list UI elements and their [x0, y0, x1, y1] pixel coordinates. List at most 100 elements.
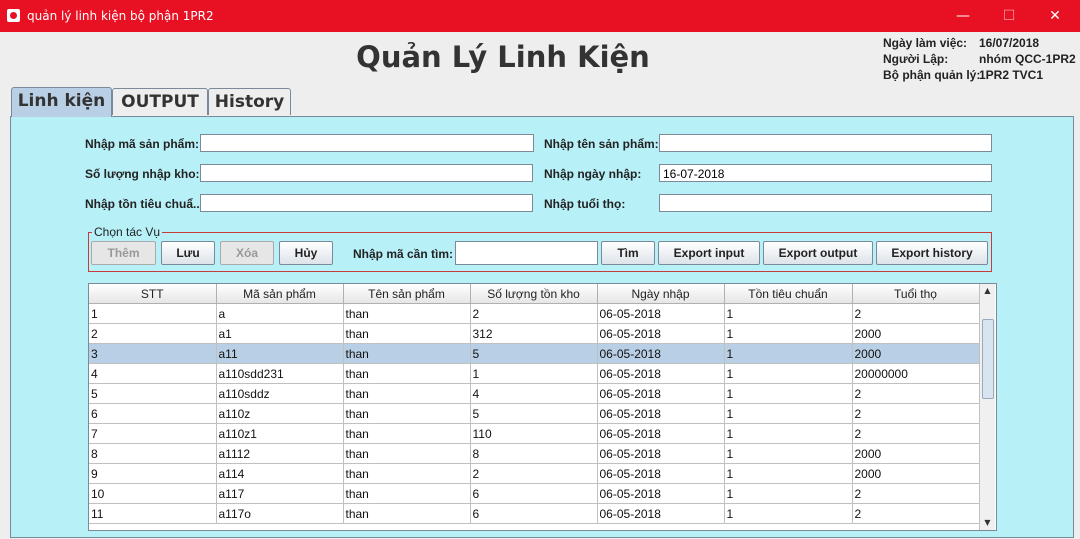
- product-code-input[interactable]: [200, 134, 534, 152]
- table-cell[interactable]: 2: [852, 303, 980, 324]
- table-row[interactable]: 8 a1112 than 8 06-05-2018 1 2000: [89, 443, 980, 464]
- table-cell[interactable]: 06-05-2018: [597, 343, 725, 364]
- table-cell[interactable]: than: [343, 443, 471, 464]
- table-cell[interactable]: 2: [89, 323, 217, 344]
- table-cell[interactable]: a1112: [216, 443, 344, 464]
- column-header-lifespan[interactable]: Tuổi thọ: [852, 284, 980, 304]
- table-cell[interactable]: 1: [724, 403, 853, 424]
- table-cell[interactable]: 2: [852, 503, 980, 524]
- table-cell[interactable]: 4: [470, 383, 598, 404]
- scroll-thumb[interactable]: [982, 319, 994, 399]
- minimize-button[interactable]: —: [940, 0, 986, 32]
- component-table[interactable]: STT Mã sản phẩm Tên sản phẩm Số lượng tồ…: [88, 283, 997, 531]
- table-cell[interactable]: 1: [724, 303, 853, 324]
- table-cell[interactable]: than: [343, 463, 471, 484]
- table-cell[interactable]: 5: [470, 343, 598, 364]
- table-cell[interactable]: a: [216, 303, 344, 324]
- table-cell[interactable]: 2: [852, 483, 980, 504]
- table-cell[interactable]: than: [343, 503, 471, 524]
- table-cell[interactable]: 1: [724, 323, 853, 344]
- table-cell[interactable]: 8: [89, 443, 217, 464]
- table-cell[interactable]: 2000: [852, 463, 980, 484]
- table-cell[interactable]: 1: [724, 343, 853, 364]
- table-row[interactable]: 10 a117 than 6 06-05-2018 1 2: [89, 483, 980, 504]
- save-button[interactable]: Lưu: [161, 241, 215, 265]
- table-cell[interactable]: 06-05-2018: [597, 423, 725, 444]
- table-cell[interactable]: 2000: [852, 343, 980, 364]
- table-cell[interactable]: than: [343, 403, 471, 424]
- table-cell[interactable]: 06-05-2018: [597, 303, 725, 324]
- table-cell[interactable]: 1: [470, 363, 598, 384]
- table-row[interactable]: 11 a117o than 6 06-05-2018 1 2: [89, 503, 980, 524]
- delete-button[interactable]: Xóa: [220, 241, 274, 265]
- column-header-import-date[interactable]: Ngày nhập: [597, 284, 725, 304]
- table-cell[interactable]: 5: [89, 383, 217, 404]
- table-cell[interactable]: 1: [724, 383, 853, 404]
- table-cell[interactable]: 6: [470, 503, 598, 524]
- close-button[interactable]: ✕: [1032, 0, 1078, 32]
- table-cell[interactable]: than: [343, 303, 471, 324]
- table-cell[interactable]: a110sddz: [216, 383, 344, 404]
- table-cell[interactable]: 10: [89, 483, 217, 504]
- table-cell[interactable]: than: [343, 483, 471, 504]
- table-cell[interactable]: 11: [89, 503, 217, 524]
- table-cell[interactable]: 2000: [852, 443, 980, 464]
- table-cell[interactable]: 1: [724, 423, 853, 444]
- table-row[interactable]: 1 a than 2 06-05-2018 1 2: [89, 303, 980, 324]
- table-row[interactable]: 7 a110z1 than 110 06-05-2018 1 2: [89, 423, 980, 444]
- table-cell[interactable]: a110sdd231: [216, 363, 344, 384]
- table-vertical-scrollbar[interactable]: ▲ ▼: [979, 284, 995, 530]
- product-name-input[interactable]: [659, 134, 992, 152]
- table-cell[interactable]: 1: [724, 363, 853, 384]
- table-cell[interactable]: 312: [470, 323, 598, 344]
- table-row[interactable]: 3 a11 than 5 06-05-2018 1 2000: [89, 343, 980, 364]
- table-cell[interactable]: 1: [724, 463, 853, 484]
- table-cell[interactable]: 06-05-2018: [597, 443, 725, 464]
- column-header-product-code[interactable]: Mã sản phẩm: [216, 284, 344, 304]
- table-cell[interactable]: 9: [89, 463, 217, 484]
- standard-stock-input[interactable]: [200, 194, 533, 212]
- table-cell[interactable]: 2: [470, 463, 598, 484]
- tab-output[interactable]: OUTPUT: [112, 88, 208, 115]
- table-cell[interactable]: than: [343, 363, 471, 384]
- table-cell[interactable]: 7: [89, 423, 217, 444]
- scroll-up-arrow-icon[interactable]: ▲: [980, 284, 995, 298]
- table-cell[interactable]: than: [343, 423, 471, 444]
- export-output-button[interactable]: Export output: [763, 241, 873, 265]
- table-cell[interactable]: than: [343, 383, 471, 404]
- table-cell[interactable]: than: [343, 323, 471, 344]
- table-cell[interactable]: a1: [216, 323, 344, 344]
- quantity-input[interactable]: [200, 164, 533, 182]
- table-cell[interactable]: a110z1: [216, 423, 344, 444]
- table-cell[interactable]: 6: [470, 483, 598, 504]
- table-cell[interactable]: 06-05-2018: [597, 463, 725, 484]
- table-row[interactable]: 9 a114 than 2 06-05-2018 1 2000: [89, 463, 980, 484]
- tab-linh-kien[interactable]: Linh kiện: [11, 87, 112, 117]
- tab-history[interactable]: History: [208, 88, 291, 115]
- table-cell[interactable]: 1: [89, 303, 217, 324]
- table-row[interactable]: 4 a110sdd231 than 1 06-05-2018 1 20000000: [89, 363, 980, 384]
- table-row[interactable]: 6 a110z than 5 06-05-2018 1 2: [89, 403, 980, 424]
- import-date-input[interactable]: 16-07-2018: [659, 164, 992, 182]
- table-row[interactable]: 5 a110sddz than 4 06-05-2018 1 2: [89, 383, 980, 404]
- table-cell[interactable]: 2: [470, 303, 598, 324]
- search-input[interactable]: [455, 241, 598, 265]
- table-cell[interactable]: 6: [89, 403, 217, 424]
- table-cell[interactable]: 2: [852, 403, 980, 424]
- maximize-button[interactable]: ☐: [986, 0, 1032, 32]
- table-cell[interactable]: a11: [216, 343, 344, 364]
- table-cell[interactable]: 06-05-2018: [597, 363, 725, 384]
- table-cell[interactable]: 06-05-2018: [597, 323, 725, 344]
- export-input-button[interactable]: Export input: [658, 241, 760, 265]
- table-cell[interactable]: a117o: [216, 503, 344, 524]
- add-button[interactable]: Thêm: [91, 241, 156, 265]
- table-cell[interactable]: 2: [852, 383, 980, 404]
- table-cell[interactable]: than: [343, 343, 471, 364]
- scroll-down-arrow-icon[interactable]: ▼: [980, 516, 995, 530]
- table-cell[interactable]: 3: [89, 343, 217, 364]
- export-history-button[interactable]: Export history: [876, 241, 988, 265]
- lifespan-input[interactable]: [659, 194, 992, 212]
- table-cell[interactable]: 5: [470, 403, 598, 424]
- table-row[interactable]: 2 a1 than 312 06-05-2018 1 2000: [89, 323, 980, 344]
- table-cell[interactable]: 110: [470, 423, 598, 444]
